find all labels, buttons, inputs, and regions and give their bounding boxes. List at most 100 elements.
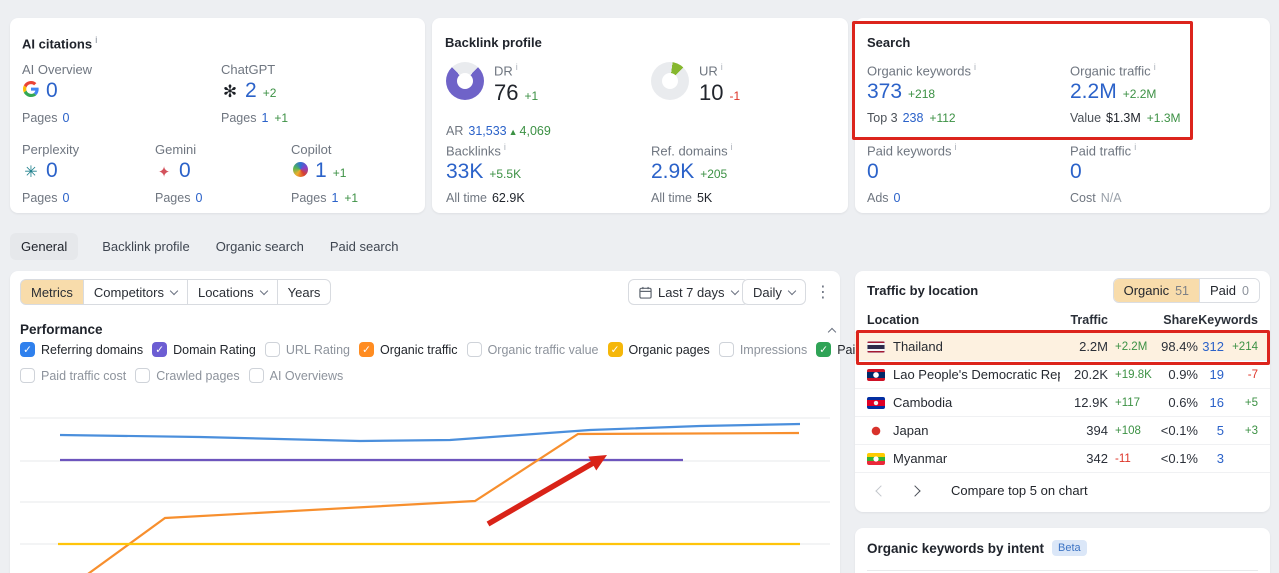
- metric-label: Organic pages: [628, 342, 710, 357]
- metric-toggle-ai-overviews[interactable]: AI Overviews: [248, 368, 343, 383]
- stat-value-link[interactable]: 33K: [446, 160, 483, 184]
- tab-organic-search[interactable]: Organic search: [214, 233, 306, 260]
- stat-value-link[interactable]: 2.2M: [1070, 80, 1117, 104]
- info-icon[interactable]: [95, 35, 98, 45]
- toggle-organic[interactable]: Organic 51: [1113, 279, 1200, 302]
- metric-toggle-organic-traffic[interactable]: Organic traffic: [358, 342, 458, 357]
- dr-donut-chart: [446, 62, 484, 100]
- checkbox-icon: [718, 342, 734, 357]
- sub-label: Value: [1070, 111, 1102, 126]
- stat-change: -1: [729, 89, 741, 104]
- stat-label: UR: [699, 63, 718, 79]
- tab-general[interactable]: General: [10, 233, 79, 260]
- stat-value-link[interactable]: 2.9K: [651, 160, 694, 184]
- stat-value-link[interactable]: 2: [245, 79, 257, 103]
- metrics-filter-button[interactable]: Metrics: [20, 279, 84, 305]
- prev-page-chevron-icon[interactable]: [875, 484, 887, 497]
- metric-toggle-url-rating[interactable]: URL Rating: [264, 342, 350, 357]
- flag-japan-icon: [867, 424, 885, 437]
- stat-value-link[interactable]: 0: [46, 159, 58, 183]
- tab-paid-search[interactable]: Paid search: [328, 233, 401, 260]
- keywords-value-link[interactable]: 19: [1198, 367, 1224, 382]
- next-page-chevron-icon[interactable]: [909, 484, 921, 497]
- date-range-button[interactable]: Last 7 days: [628, 279, 749, 305]
- info-icon[interactable]: [504, 142, 506, 152]
- metric-toggle-paid-traffic-cost[interactable]: Paid traffic cost: [20, 368, 126, 383]
- info-icon[interactable]: [1134, 142, 1136, 152]
- ai-citations-title: AI citations: [22, 35, 98, 51]
- pages-value-link[interactable]: 1: [331, 191, 338, 205]
- stat-perplexity: Perplexity ✳ 0 Pages 0: [22, 142, 79, 205]
- sub-change: +112: [929, 111, 956, 126]
- metric-label: URL Rating: [285, 342, 350, 357]
- stat-change: +5.5K: [489, 167, 522, 182]
- pages-label: Pages: [221, 111, 257, 125]
- traffic-table-header: Location Traffic Share Keywords: [855, 307, 1270, 333]
- toggle-paid[interactable]: Paid 0: [1199, 279, 1259, 302]
- pages-value-link[interactable]: 0: [62, 191, 69, 205]
- sub-value-link[interactable]: 238: [903, 111, 924, 125]
- stat-ur: UR 10 -1: [699, 62, 740, 106]
- stat-value-link[interactable]: 0: [179, 159, 191, 183]
- stat-change: +205: [700, 167, 728, 182]
- info-icon[interactable]: [516, 62, 518, 72]
- metric-toggle-domain-rating[interactable]: Domain Rating: [152, 342, 256, 357]
- checkbox-icon: [20, 342, 35, 357]
- kebab-menu-icon[interactable]: ⋮: [810, 282, 836, 304]
- share-value: 0.9%: [1168, 367, 1198, 382]
- checkbox-icon: [135, 368, 151, 383]
- keywords-value-link[interactable]: 312: [1198, 339, 1224, 354]
- google-icon: [22, 81, 40, 97]
- locations-filter-button[interactable]: Locations: [186, 279, 278, 305]
- collapse-chevron-up-icon[interactable]: [827, 327, 837, 337]
- metric-toggle-crawled-pages[interactable]: Crawled pages: [135, 368, 240, 383]
- location-name: Cambodia: [893, 395, 953, 410]
- metric-toggle-organic-traffic-value[interactable]: Organic traffic value: [466, 342, 599, 357]
- info-icon[interactable]: [731, 142, 733, 152]
- pages-value-link[interactable]: 1: [261, 111, 268, 125]
- granularity-button[interactable]: Daily: [742, 279, 806, 305]
- keywords-value-link[interactable]: 5: [1198, 423, 1224, 438]
- compare-top5-link[interactable]: Compare top 5 on chart: [951, 483, 1088, 498]
- keywords-value-link[interactable]: 16: [1198, 395, 1224, 410]
- metric-toggle-organic-pages[interactable]: Organic pages: [607, 342, 710, 357]
- table-row-japan[interactable]: Japan 394 +108 <0.1% 5 +3: [855, 417, 1270, 445]
- keywords-change: -7: [1247, 368, 1258, 381]
- years-filter-button[interactable]: Years: [276, 279, 332, 305]
- stat-value-link[interactable]: 0: [1070, 160, 1082, 184]
- stat-value-link[interactable]: 0: [46, 79, 58, 103]
- table-row-cambodia[interactable]: Cambodia 12.9K +117 0.6% 16 +5: [855, 389, 1270, 417]
- table-row-thailand[interactable]: Thailand 2.2M +2.2M 98.4% 312 +214: [855, 333, 1270, 361]
- sub-value-link[interactable]: 0: [894, 191, 901, 205]
- sub-value: N/A: [1100, 191, 1122, 206]
- tab-backlink-profile[interactable]: Backlink profile: [100, 233, 191, 260]
- info-icon[interactable]: [1154, 62, 1156, 72]
- stat-value-link[interactable]: 1: [315, 159, 327, 183]
- metric-toggle-referring-domains[interactable]: Referring domains: [20, 342, 143, 357]
- ar-value-link[interactable]: 31,533: [468, 124, 506, 138]
- keywords-value-link[interactable]: 3: [1198, 451, 1224, 466]
- metric-toggle-impressions[interactable]: Impressions: [718, 342, 807, 357]
- table-row-laos[interactable]: Lao People's Democratic Republic 20.2K +…: [855, 361, 1270, 389]
- info-icon[interactable]: [974, 62, 976, 72]
- stat-value-link[interactable]: 0: [867, 160, 879, 184]
- stat-label: AI Overview: [22, 62, 93, 77]
- stat-label: Backlinks: [446, 143, 501, 159]
- traffic-value: 342: [1086, 451, 1108, 466]
- traffic-value: 394: [1086, 423, 1108, 438]
- column-keywords: Keywords: [1198, 312, 1258, 327]
- info-icon[interactable]: [955, 142, 957, 152]
- gemini-icon: ✦: [157, 164, 171, 181]
- table-row-myanmar[interactable]: Myanmar 342 -11 <0.1% 3: [855, 445, 1270, 473]
- info-icon[interactable]: [721, 62, 723, 72]
- pages-value-link[interactable]: 0: [195, 191, 202, 205]
- traffic-change: +19.8K: [1115, 368, 1152, 381]
- stat-value-link[interactable]: 373: [867, 80, 902, 104]
- location-name: Lao People's Democratic Republic: [893, 367, 1060, 382]
- ar-change: 4,069: [519, 124, 551, 138]
- chatgpt-icon: ✻: [222, 82, 238, 101]
- traffic-table-footer: Compare top 5 on chart: [875, 483, 1088, 498]
- pages-value-link[interactable]: 0: [62, 111, 69, 125]
- chevron-down-icon: [259, 286, 268, 295]
- competitors-filter-button[interactable]: Competitors: [82, 279, 188, 305]
